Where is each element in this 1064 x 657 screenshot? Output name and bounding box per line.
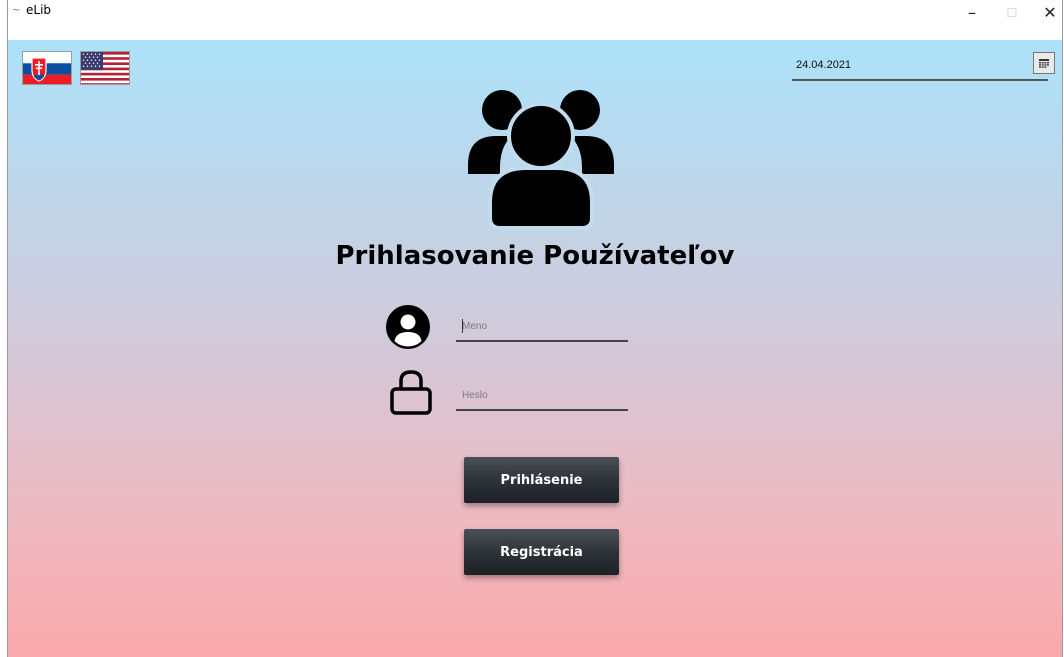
password-field[interactable]	[456, 381, 628, 411]
date-value: 24.04.2021	[796, 59, 852, 71]
user-circle-icon	[384, 303, 432, 351]
page-title: Prihlasovanie Používateľov	[335, 241, 735, 271]
password-input[interactable]	[456, 381, 628, 409]
date-picker[interactable]: 24.04.2021	[792, 57, 1048, 81]
elib-app-icon: ~	[12, 5, 21, 16]
maximize-button[interactable]: ☐	[994, 0, 1030, 30]
register-button[interactable]: Registrácia	[464, 529, 619, 575]
calendar-icon[interactable]	[1033, 52, 1055, 74]
login-button[interactable]: Prihlásenie	[464, 457, 619, 503]
close-button[interactable]: ✕	[1032, 0, 1064, 30]
username-field[interactable]	[456, 312, 628, 342]
users-group-icon	[466, 90, 616, 230]
us-flag-icon[interactable]	[80, 51, 130, 85]
title-bar: ~ eLib – ☐ ✕	[8, 0, 1062, 40]
window-title: eLib	[26, 3, 52, 17]
slovak-flag-icon[interactable]	[22, 51, 72, 85]
minimize-button[interactable]: –	[954, 0, 990, 30]
username-input[interactable]	[456, 312, 628, 340]
text-caret	[462, 319, 463, 333]
lock-icon	[389, 369, 433, 415]
app-window: ~ eLib – ☐ ✕ 24.04.2021 Prihlasovanie Po…	[7, 0, 1063, 657]
login-panel: 24.04.2021 Prihlasovanie Používateľov Me…	[8, 40, 1062, 657]
